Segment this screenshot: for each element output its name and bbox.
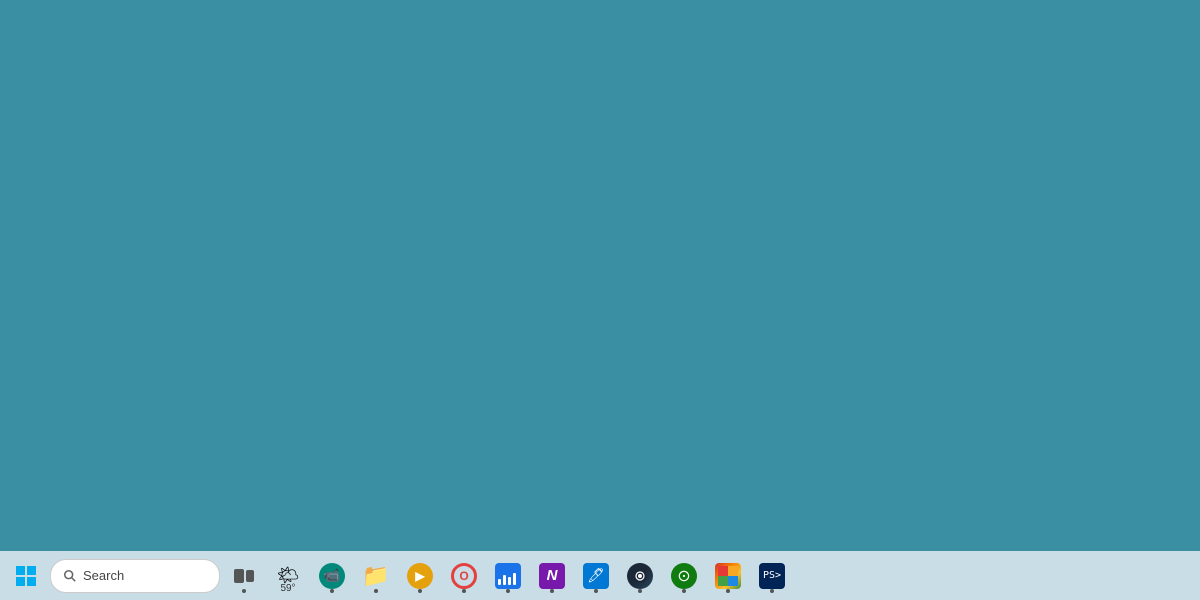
windows-logo-icon <box>16 566 36 586</box>
keepass-button[interactable] <box>708 556 748 596</box>
chart-icon <box>495 563 521 589</box>
meet-icon: 📹 <box>319 563 345 589</box>
terminal-button[interactable]: PS> <box>752 556 792 596</box>
stock-chart-button[interactable] <box>488 556 528 596</box>
terminal-icon: PS> <box>759 563 785 589</box>
onenote-button[interactable]: N <box>532 556 572 596</box>
folder-icon: 📁 <box>362 565 389 587</box>
search-bar[interactable]: Search <box>50 559 220 593</box>
steam-icon <box>627 563 653 589</box>
file-explorer-button[interactable]: 📁 <box>356 556 396 596</box>
xbox-icon: ⊙ <box>671 563 697 589</box>
task-view-button[interactable] <box>224 556 264 596</box>
search-label: Search <box>83 568 124 583</box>
opera-icon: O <box>451 563 477 589</box>
opera-button[interactable]: O <box>444 556 484 596</box>
search-icon <box>63 569 77 583</box>
weather-button[interactable]: 🌤 59° <box>268 556 308 596</box>
paint-button[interactable]: 🖊 <box>576 556 616 596</box>
onenote-icon: N <box>539 563 565 589</box>
xbox-button[interactable]: ⊙ <box>664 556 704 596</box>
steam-button[interactable] <box>620 556 660 596</box>
task-view-icon <box>234 569 254 583</box>
plex-button[interactable]: ▶ <box>400 556 440 596</box>
start-button[interactable] <box>6 556 46 596</box>
keepass-icon <box>715 563 741 589</box>
desktop <box>0 0 1200 551</box>
meet-button[interactable]: 📹 <box>312 556 352 596</box>
plex-icon: ▶ <box>407 563 433 589</box>
drawing-icon: 🖊 <box>583 563 609 589</box>
taskbar: Search 🌤 59° 📹 📁 ▶ O <box>0 551 1200 600</box>
weather-temp: 59° <box>280 583 295 594</box>
